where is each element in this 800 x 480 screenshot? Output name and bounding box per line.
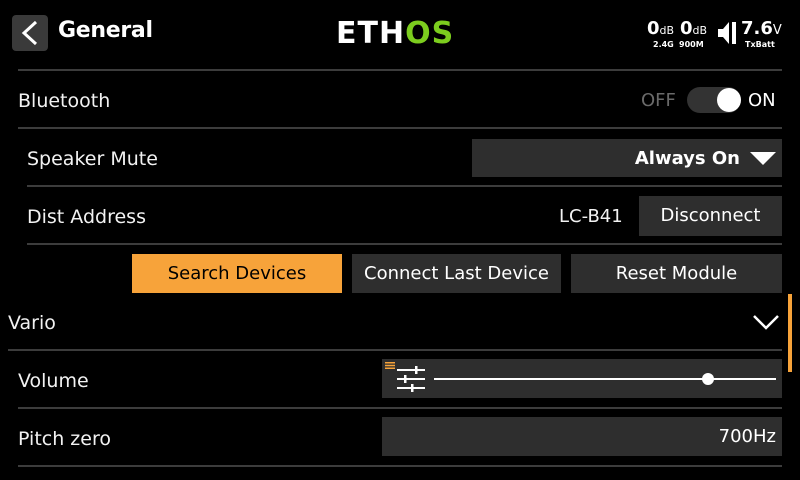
back-button[interactable] xyxy=(12,15,48,51)
pitch-zero-label: Pitch zero xyxy=(18,428,111,450)
volume-label: Volume xyxy=(18,370,89,392)
toggle-off-label: OFF xyxy=(641,90,676,111)
top-bar: General ETHOS 0dB 2.4G 0dB 900M 7.6V TxB… xyxy=(0,0,800,66)
divider xyxy=(18,407,782,409)
divider xyxy=(18,465,782,467)
vario-section-header[interactable]: Vario xyxy=(8,312,56,334)
connect-last-device-button[interactable]: Connect Last Device xyxy=(352,254,561,293)
speaker-icon xyxy=(718,22,736,44)
slider-track xyxy=(434,378,776,380)
pitch-zero-value: 700Hz xyxy=(718,426,776,447)
rssi-2g4: 0dB 2.4G xyxy=(647,18,675,49)
sliders-icon xyxy=(397,366,425,392)
divider xyxy=(18,127,782,129)
disconnect-button[interactable]: Disconnect xyxy=(639,196,782,236)
pitch-zero-field[interactable]: 700Hz xyxy=(382,417,782,456)
speaker-mute-label: Speaker Mute xyxy=(27,148,158,170)
menu-tag-icon xyxy=(385,362,395,369)
back-arrow-icon xyxy=(21,20,38,46)
divider xyxy=(18,69,782,71)
search-devices-button[interactable]: Search Devices xyxy=(132,254,342,293)
chevron-down-icon[interactable] xyxy=(752,314,780,330)
speaker-mute-select[interactable]: Always On xyxy=(472,139,782,177)
toggle-knob xyxy=(717,88,741,112)
bluetooth-label: Bluetooth xyxy=(18,90,111,112)
divider xyxy=(27,185,782,187)
dist-address-label: Dist Address xyxy=(27,206,146,228)
divider xyxy=(8,349,782,351)
speaker-mute-value: Always On xyxy=(634,148,740,169)
dist-address-value: LC-B41 xyxy=(559,206,623,227)
slider-knob[interactable] xyxy=(701,373,714,385)
page-title: General xyxy=(58,18,153,43)
reset-module-button[interactable]: Reset Module xyxy=(571,254,782,293)
divider xyxy=(27,243,782,245)
scrollbar[interactable] xyxy=(788,294,792,372)
dropdown-triangle-icon xyxy=(750,152,776,165)
ethos-logo: ETHOS xyxy=(336,16,455,51)
rssi-900m: 0dB 900M xyxy=(679,18,708,49)
toggle-on-label: ON xyxy=(748,90,776,111)
tx-battery: 7.6V TxBatt xyxy=(741,18,782,49)
